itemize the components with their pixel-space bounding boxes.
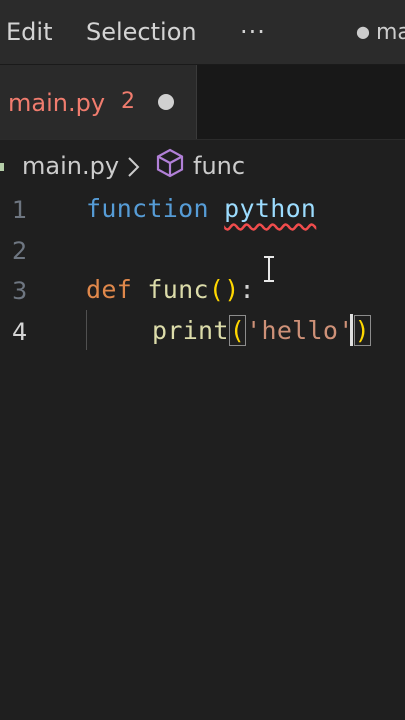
token-def-keyword: def <box>86 275 133 304</box>
code-line-4[interactable]: print('hello') <box>152 315 371 346</box>
code-line-1[interactable]: function python <box>86 194 316 223</box>
tab-main-py[interactable]: main.py 2 <box>0 65 197 139</box>
text-cursor <box>350 314 353 346</box>
ibeam-cursor-icon <box>264 256 274 282</box>
token-error-identifier: python <box>224 194 317 223</box>
token-open-paren: ( <box>208 275 225 304</box>
breadcrumb-symbol[interactable]: func <box>193 152 245 180</box>
breadcrumb: main.py func <box>0 140 405 192</box>
token-builtin-print: print <box>152 316 229 345</box>
line-number: 1 <box>12 196 28 224</box>
tab-strip: main.py 2 <box>0 65 405 140</box>
tab-label: main.py <box>8 89 106 117</box>
token-function-name: func <box>147 275 209 304</box>
token-string: 'hello' <box>246 316 354 345</box>
menu-selection[interactable]: Selection <box>86 18 197 46</box>
line-number-active: 4 <box>12 318 28 346</box>
line-number: 3 <box>12 277 28 305</box>
token-colon: : <box>239 275 255 304</box>
menu-more-button[interactable]: ··· <box>240 18 266 46</box>
code-editor[interactable] <box>0 192 405 720</box>
breadcrumb-file[interactable]: main.py <box>22 152 119 180</box>
token-close-paren-matched: ) <box>353 315 371 346</box>
token-keyword: function <box>86 194 209 223</box>
window-title-text: ma <box>375 20 405 45</box>
unsaved-changes-icon[interactable] <box>158 94 174 110</box>
indent-guide <box>86 310 87 350</box>
line-number: 2 <box>12 237 28 265</box>
problem-count-badge: 2 <box>121 89 135 114</box>
menu-edit[interactable]: Edit <box>6 18 52 46</box>
menu-bar: Edit Selection ··· ● ma <box>0 0 405 65</box>
code-line-3[interactable]: def func(): <box>86 275 255 304</box>
file-icon <box>0 163 4 171</box>
token-close-paren: ) <box>224 275 240 304</box>
window-title: ● ma <box>356 20 405 45</box>
method-cube-icon <box>156 148 184 178</box>
unsaved-dot-icon: ● <box>356 22 370 41</box>
token-open-paren-matched: ( <box>228 315 247 346</box>
chevron-right-icon <box>128 157 140 177</box>
